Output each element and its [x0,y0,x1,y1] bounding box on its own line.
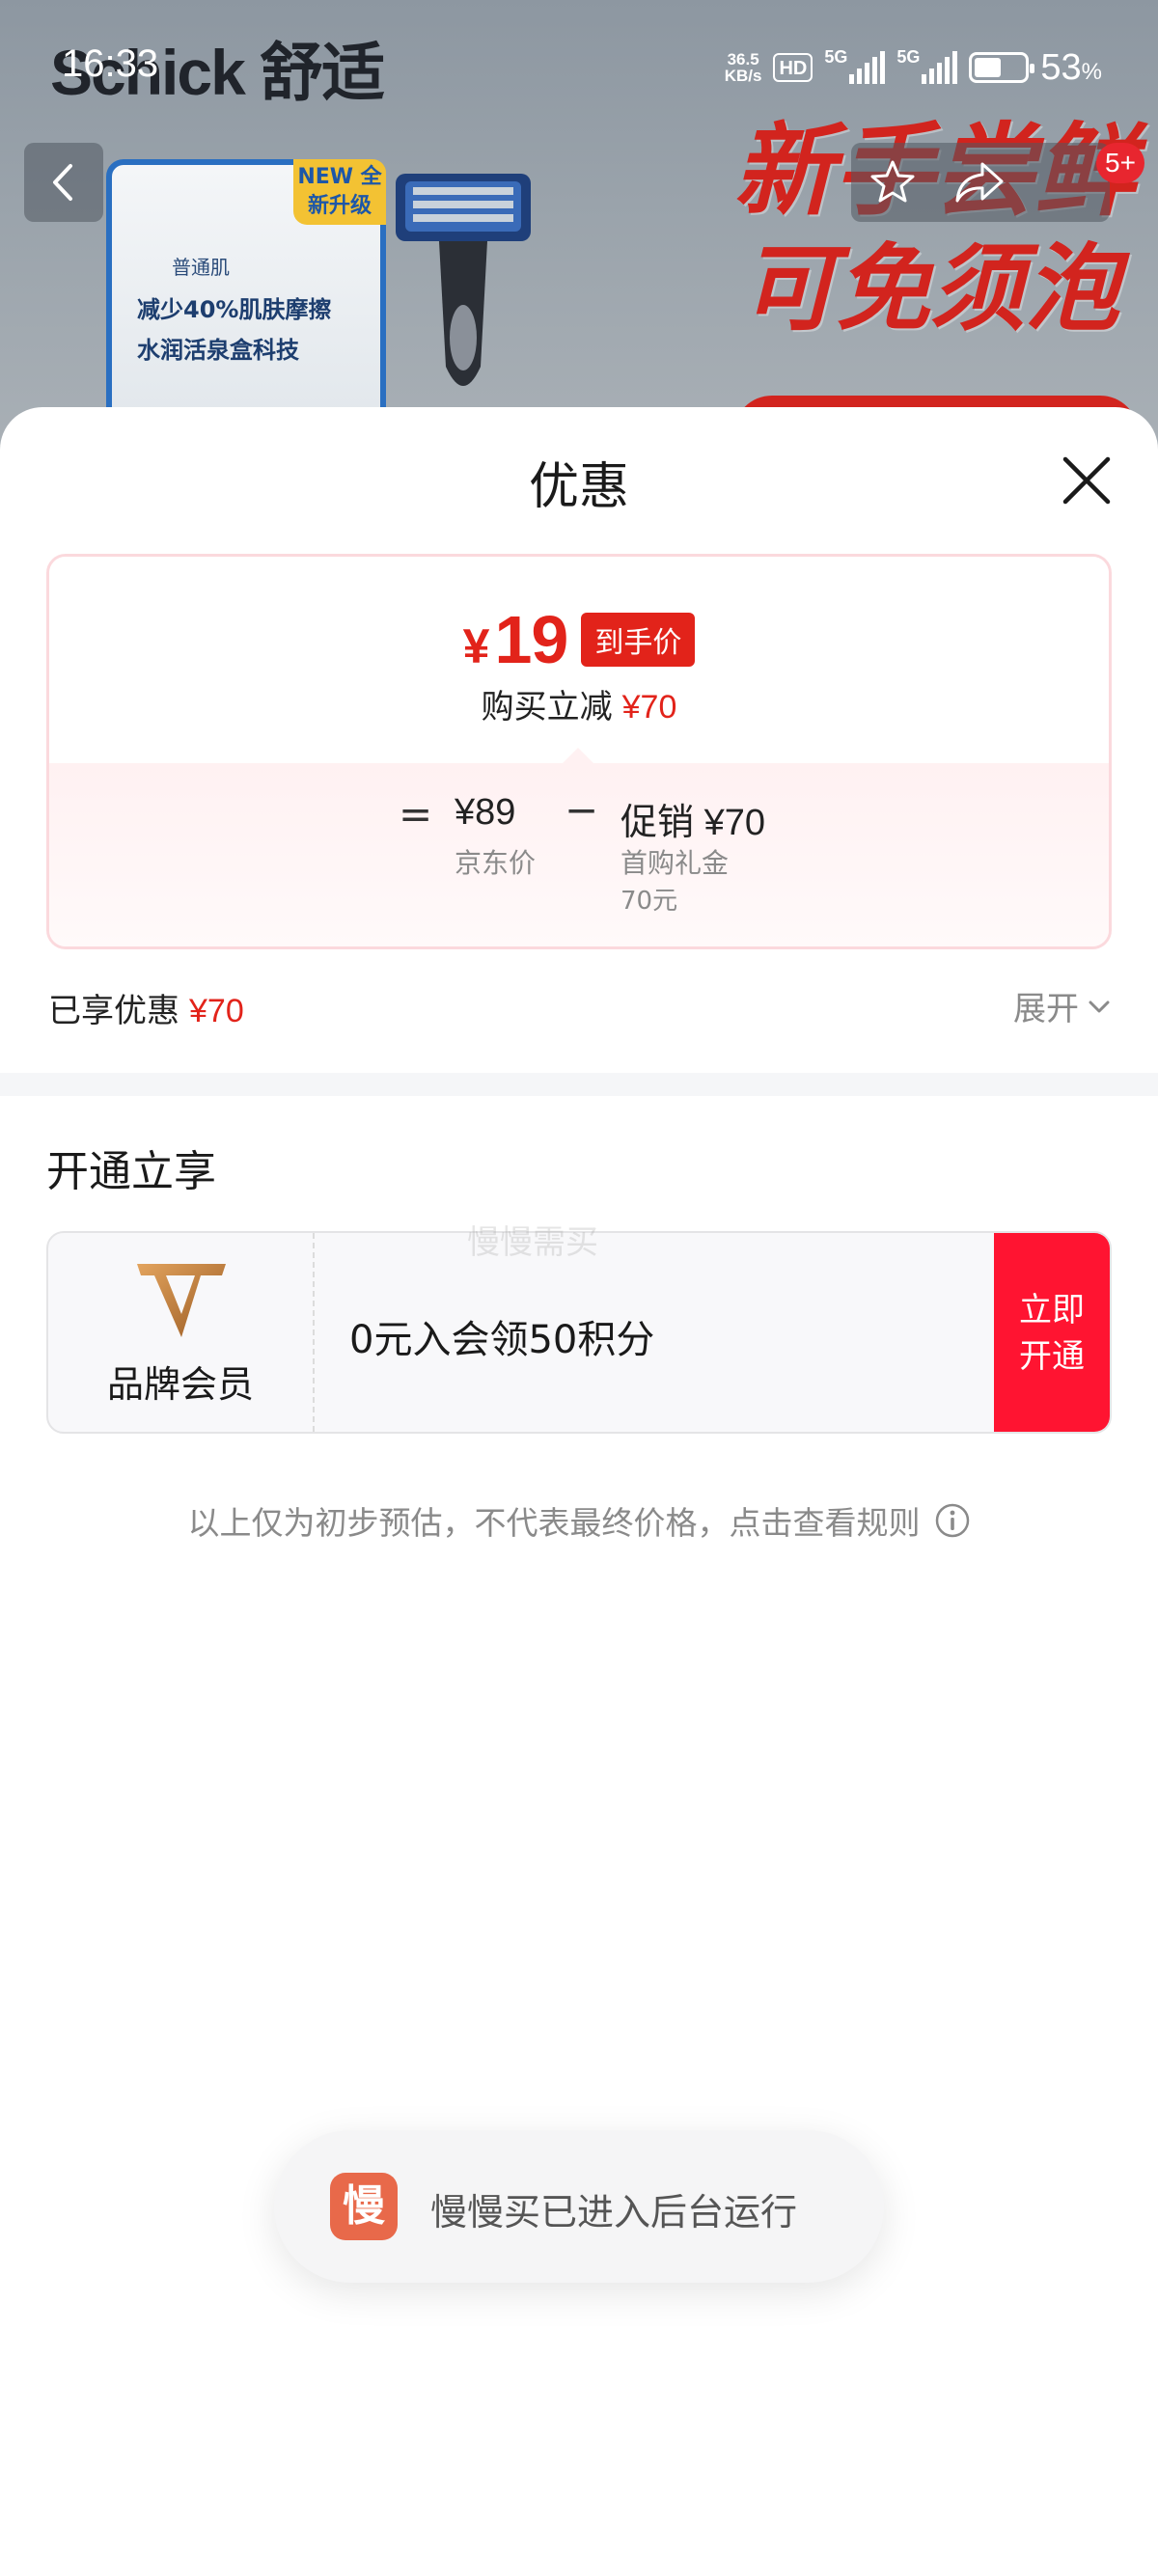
disclaimer-link[interactable]: 以上仅为初步预估，不代表最终价格，点击查看规则 [0,1497,1158,1544]
equals-sign: = [399,790,433,837]
watermark: 慢慢需买 [467,1223,598,1262]
star-icon[interactable] [868,158,917,206]
battery-percent-unit: % [1081,58,1102,85]
app-icon: 慢 [330,2173,398,2240]
share-icon[interactable] [953,158,1006,206]
expand-label: 展开 [1013,990,1079,1028]
toast-message: 慢慢买已进入后台运行 [430,2191,798,2233]
price-breakdown-card: ¥19 到手价 购买立减 ¥70 = ¥89 京东价 − 促销 ¥70 首购礼金 … [46,554,1112,949]
open-button-label: 立即 [1019,1291,1085,1329]
open-button-label: 开通 [1019,1337,1085,1376]
signal-icon: 5G [824,47,886,84]
signal-icon: 5G [896,47,958,84]
chevron-left-icon [53,164,72,201]
final-price: ¥19 到手价 [49,601,1109,678]
member-label: 品牌会员 [106,1363,254,1406]
minus-sign: − [565,786,599,834]
box-text: 减少40%肌肤摩擦 [137,296,332,323]
battery-fill [975,58,1001,77]
razor-image [396,174,531,386]
currency-symbol: ¥ [462,619,490,673]
final-price-value: ¥19 [462,601,569,678]
promo-value: 促销 ¥70 [620,792,765,845]
signal-gen-label: 5G [824,47,848,67]
expand-button[interactable]: 展开 [1013,982,1112,1029]
enjoyed-amount: ¥70 [189,993,244,1029]
notification-badge: 5+ [1096,143,1144,183]
reduce-amount: ¥70 [621,689,677,726]
hd-icon: HD [773,53,813,82]
network-speed-unit: KB/s [724,67,762,85]
section-divider [0,1073,1158,1096]
close-icon[interactable] [1058,452,1116,509]
enjoyed-label: 已享优惠 [48,992,179,1030]
disclaimer-text: 以上仅为初步预估，不代表最终价格，点击查看规则 [187,1504,921,1542]
box-text: 水润活泉盒科技 [137,337,299,364]
promo-amount: ¥70 [703,803,765,843]
promo-sub-label: 首购礼金 [620,847,730,879]
battery-icon [969,52,1035,83]
box-text: 普通肌 [172,256,230,279]
promo-label: 促销 [620,803,695,843]
sheet-title: 优惠 [528,458,629,516]
reduce-label: 购买立减 [481,688,613,726]
banner-slogan: 可免须泡 [740,234,1119,344]
promo-sub-amount: 70元 [620,887,678,916]
battery-percent-value: 53 [1040,46,1082,88]
chevron-down-icon [1089,1000,1110,1012]
status-time: 16:33 [62,42,159,85]
back-button[interactable] [24,143,103,222]
base-price-label: 京东价 [455,847,537,879]
member-description: 0元入会领50积分 [349,1318,655,1362]
reduce-line: 购买立减 ¥70 [49,680,1109,727]
signal-gen-label: 5G [896,47,921,67]
background-running-toast: 慢 慢慢买已进入后台运行 [274,2130,884,2283]
v-brand-logo-icon [137,1264,226,1337]
battery-percent: 53% [1040,47,1102,89]
network-speed-value: 36.5 [727,50,759,69]
price-formula: = ¥89 京东价 − 促销 ¥70 首购礼金 70元 [49,786,1109,931]
top-action-group [851,143,1110,222]
network-speed: 36.5 KB/s [725,51,762,84]
final-price-tag: 到手价 [581,613,696,667]
open-membership-button[interactable]: 立即 开通 [994,1233,1110,1432]
base-price-value: ¥89 [455,792,516,833]
final-price-number: 19 [494,602,568,677]
enjoyed-discount: 已享优惠 ¥70 [48,984,244,1031]
section-title: 开通立享 [46,1147,216,1196]
status-bar: 16:33 36.5 KB/s HD 5G 5G 53% [0,0,1158,135]
info-icon [935,1503,969,1538]
